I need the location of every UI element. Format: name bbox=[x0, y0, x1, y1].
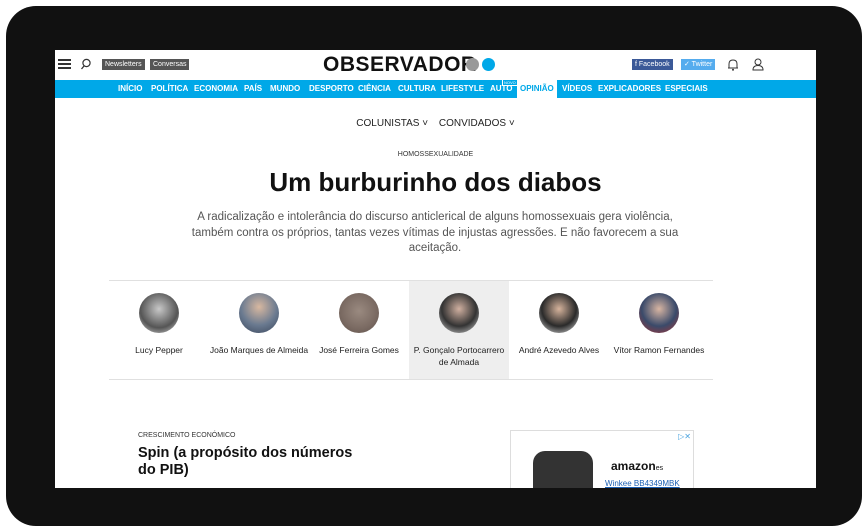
avatar bbox=[239, 293, 279, 333]
article-lead: A radicalização e intolerância do discur… bbox=[191, 211, 679, 254]
amazon-logo: amazones bbox=[611, 459, 664, 473]
site-logo[interactable]: OBSERVADOR bbox=[323, 53, 477, 77]
nav-politica[interactable]: POLÍTICA bbox=[151, 80, 188, 98]
avatar bbox=[639, 293, 679, 333]
author-card-selected[interactable]: P. Gonçalo Portocarrero de Almada bbox=[409, 281, 509, 379]
author-name: André Azevedo Alves bbox=[518, 345, 600, 355]
avatar bbox=[539, 293, 579, 333]
colunistas-dropdown[interactable]: COLUNISTAS ˅ bbox=[356, 118, 428, 129]
avatar bbox=[139, 293, 179, 333]
ad-choices-icon[interactable]: ▷✕ bbox=[678, 432, 691, 441]
next-article-kicker[interactable]: CRESCIMENTO ECONÓMICO bbox=[138, 432, 236, 439]
nav-lifestyle[interactable]: LIFESTYLE bbox=[441, 80, 484, 98]
author-name: João Marques de Almeida bbox=[209, 345, 309, 355]
author-card[interactable]: João Marques de Almeida bbox=[209, 281, 309, 379]
author-name: P. Gonçalo Portocarrero de Almada bbox=[413, 345, 505, 367]
author-name: Vítor Ramon Fernandes bbox=[613, 345, 705, 355]
nav-pais[interactable]: PAÍS bbox=[244, 80, 262, 98]
logo-dot-grey bbox=[466, 58, 479, 71]
ad-product-link[interactable]: Winkee BB4349MBK bbox=[605, 479, 680, 488]
nav-desporto[interactable]: DESPORTO bbox=[309, 80, 354, 98]
article-kicker[interactable]: HOMOSSEXUALIDADE bbox=[55, 151, 816, 158]
opinion-submenu: COLUNISTAS ˅ CONVIDADOS ˅ bbox=[55, 118, 816, 129]
advertisement[interactable]: ▷✕ amazones Winkee BB4349MBK bbox=[510, 430, 694, 488]
nav-videos[interactable]: VÍDEOS bbox=[562, 80, 592, 98]
author-name: Lucy Pepper bbox=[135, 345, 183, 355]
top-bar: Newsletters Conversas OBSERVADOR f Faceb… bbox=[55, 50, 816, 80]
nav-ciencia[interactable]: CIÊNCIA bbox=[358, 80, 391, 98]
novo-badge: NOVO bbox=[502, 79, 518, 86]
bell-icon[interactable] bbox=[727, 58, 739, 71]
main-nav: INÍCIO POLÍTICA ECONOMIA PAÍS MUNDO DESP… bbox=[55, 79, 816, 98]
nav-cultura[interactable]: CULTURA bbox=[398, 80, 436, 98]
nav-opiniao[interactable]: OPINIÃO bbox=[517, 80, 557, 98]
author-card[interactable]: Vítor Ramon Fernandes bbox=[609, 281, 709, 379]
article-title: Um burburinho dos diabos bbox=[269, 167, 602, 197]
nav-mundo[interactable]: MUNDO bbox=[270, 80, 300, 98]
user-icon[interactable] bbox=[752, 58, 764, 71]
product-image bbox=[533, 451, 593, 488]
browser-screen: Newsletters Conversas OBSERVADOR f Faceb… bbox=[55, 50, 816, 488]
conversas-link[interactable]: Conversas bbox=[150, 59, 190, 70]
nav-especiais[interactable]: ESPECIAIS bbox=[665, 80, 708, 98]
avatar bbox=[339, 293, 379, 333]
convidados-dropdown[interactable]: CONVIDADOS ˅ bbox=[439, 118, 515, 129]
author-card[interactable]: André Azevedo Alves bbox=[509, 281, 609, 379]
author-name: José Ferreira Gomes bbox=[319, 345, 399, 355]
search-icon[interactable] bbox=[80, 58, 92, 70]
twitter-button[interactable]: ✓ Twitter bbox=[681, 59, 716, 70]
nav-explicadores[interactable]: EXPLICADORES bbox=[598, 80, 661, 98]
next-article-title[interactable]: Spin (a propósito dos números do PIB) bbox=[138, 445, 368, 479]
newsletters-link[interactable]: Newsletters bbox=[102, 59, 145, 70]
author-card[interactable]: José Ferreira Gomes bbox=[309, 281, 409, 379]
nav-economia[interactable]: ECONOMIA bbox=[194, 80, 238, 98]
menu-icon[interactable] bbox=[58, 59, 71, 69]
facebook-button[interactable]: f Facebook bbox=[632, 59, 673, 70]
avatar bbox=[439, 293, 479, 333]
logo-dot-blue bbox=[482, 58, 495, 71]
authors-carousel: Lucy Pepper João Marques de Almeida José… bbox=[109, 280, 713, 380]
nav-inicio[interactable]: INÍCIO bbox=[118, 80, 142, 98]
author-card[interactable]: Lucy Pepper bbox=[109, 281, 209, 379]
